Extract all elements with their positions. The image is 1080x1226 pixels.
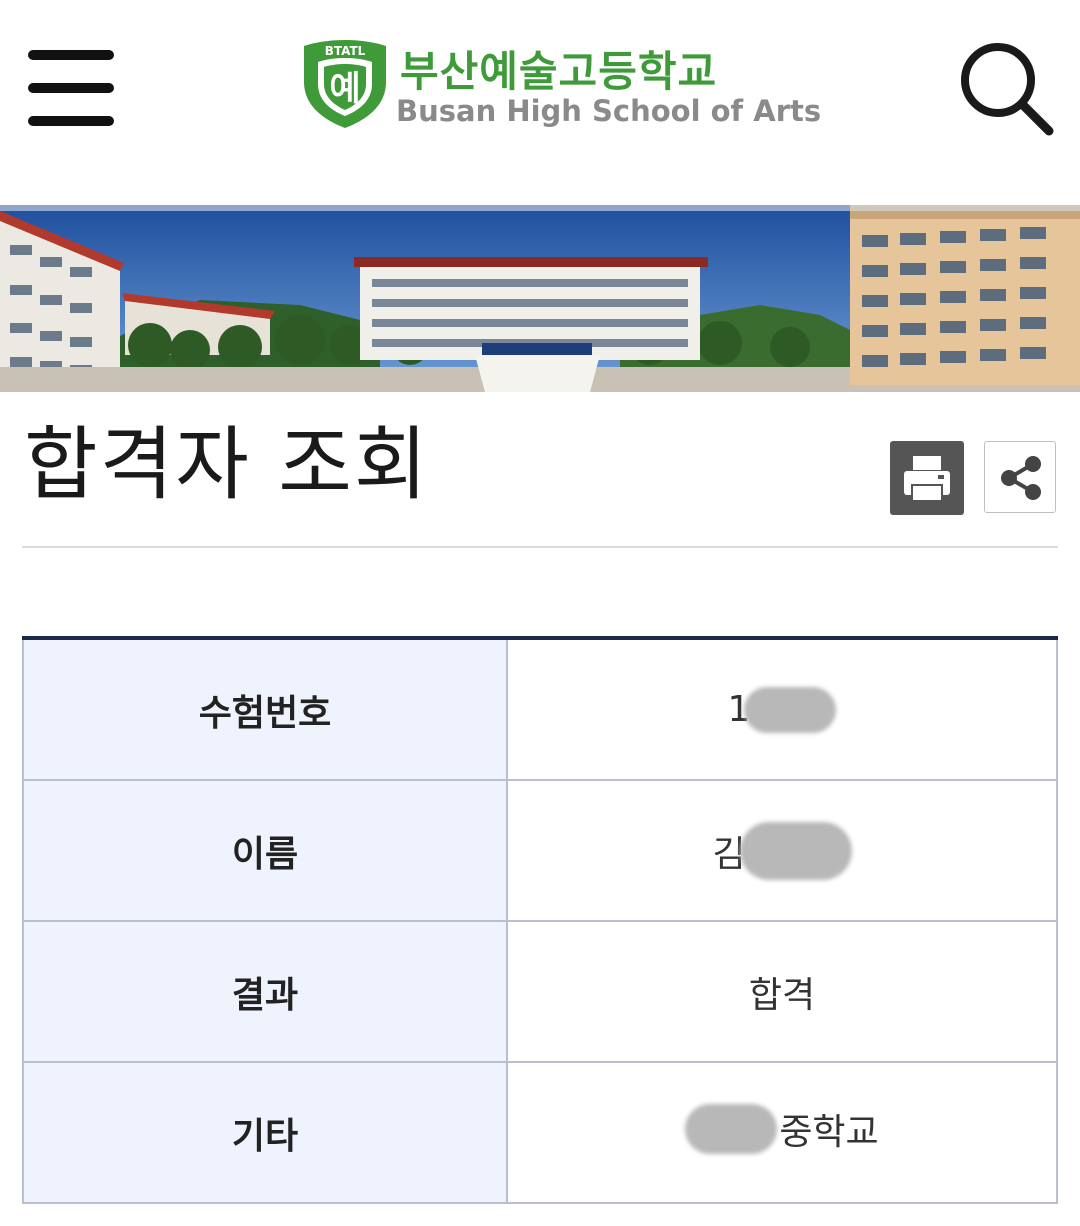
- menu-bar: [28, 116, 114, 126]
- menu-bar: [28, 50, 114, 60]
- site-header: BTATL 예 부산예술고등학교 Busan High School of Ar…: [0, 0, 1080, 205]
- result-value: 합격: [748, 974, 816, 1016]
- emblem-char: 예: [329, 69, 360, 109]
- search-icon[interactable]: [958, 40, 1058, 140]
- print-button[interactable]: [890, 441, 964, 515]
- hamburger-menu-icon[interactable]: [28, 50, 114, 128]
- row-label-name: 이름: [22, 779, 508, 922]
- emblem-arc-text: BTATL: [325, 44, 366, 58]
- row-label-etc: 기타: [22, 1061, 508, 1204]
- row-value-exam-number: 1: [506, 637, 1058, 781]
- middle-school-value: 중학교: [779, 1111, 879, 1153]
- menu-bar: [28, 83, 114, 93]
- redaction-mark: [739, 821, 852, 880]
- printer-icon: [904, 456, 950, 502]
- share-icon: [1001, 456, 1041, 500]
- school-emblem-icon: BTATL 예: [304, 40, 386, 128]
- campus-photo: [0, 205, 1080, 392]
- table-row: 결과 합격: [22, 920, 1058, 1063]
- school-name-english: Busan High School of Arts: [396, 94, 822, 128]
- admission-result-table: 수험번호 1 이름 김 결과 합격 기타 중학교: [22, 636, 1058, 1204]
- campus-banner-image: [0, 205, 1080, 392]
- school-logo[interactable]: BTATL 예 부산예술고등학교 Busan High School of Ar…: [300, 36, 821, 136]
- table-row: 이름 김: [22, 779, 1058, 922]
- school-name-korean: 부산예술고등학교: [400, 47, 718, 96]
- row-label-exam-number: 수험번호: [22, 637, 508, 781]
- row-label-result: 결과: [22, 920, 508, 1063]
- title-divider: [22, 546, 1058, 548]
- row-value-result: 합격: [506, 920, 1058, 1063]
- redaction-mark: [685, 1103, 778, 1154]
- share-button[interactable]: [984, 441, 1056, 513]
- redaction-mark: [744, 686, 837, 733]
- table-row: 수험번호 1: [22, 637, 1058, 781]
- page-title: 합격자 조회: [24, 418, 430, 511]
- table-row: 기타 중학교: [22, 1061, 1058, 1204]
- row-value-etc: 중학교: [506, 1061, 1058, 1204]
- row-value-name: 김: [506, 779, 1058, 922]
- building-sign: [482, 343, 592, 355]
